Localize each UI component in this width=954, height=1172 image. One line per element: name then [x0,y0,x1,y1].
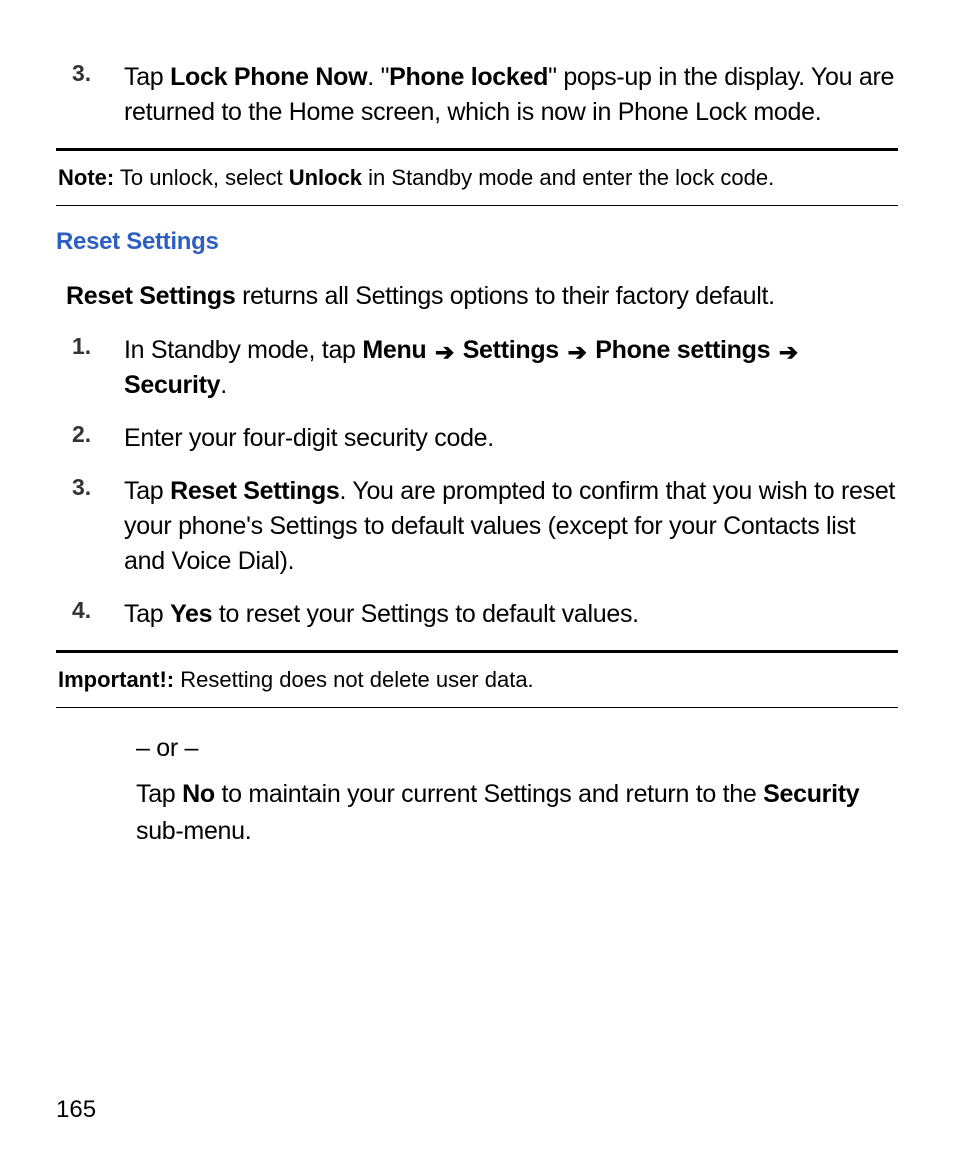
phone-settings-label: Phone settings [595,336,770,364]
page-number: 165 [56,1096,96,1124]
step-content: Enter your four-digit security code. [124,421,494,456]
alternative-option: – or – Tap No to maintain your current S… [136,730,898,849]
note-text-before: To unlock, select [114,165,288,190]
step-number: 3. [72,474,124,501]
step-text-prefix: Tap [124,600,170,628]
step-1: 1. In Standby mode, tap Menu ➔ Settings … [72,333,898,403]
period: . [220,371,227,399]
phone-locked-label: Phone locked [389,63,548,91]
step-2: 2. Enter your four-digit security code. [72,421,898,456]
step-number: 3. [72,60,124,87]
step-3-lock: 3. Tap Lock Phone Now. "Phone locked" po… [72,60,898,130]
divider-thick [56,650,898,653]
alt-text-mid: to maintain your current Settings and re… [215,780,763,808]
reset-settings-heading: Reset Settings [56,228,898,256]
step-3: 3. Tap Reset Settings. You are prompted … [72,474,898,579]
settings-label: Settings [463,336,559,364]
step-content: Tap Yes to reset your Settings to defaul… [124,597,639,632]
reset-settings-steps: 1. In Standby mode, tap Menu ➔ Settings … [72,333,898,632]
yes-label: Yes [170,600,212,628]
security-submenu-label: Security [763,780,859,808]
reset-settings-bold: Reset Settings [66,282,235,310]
arrow-right-icon: ➔ [779,336,798,368]
step-4: 4. Tap Yes to reset your Settings to def… [72,597,898,632]
step-text: In Standby mode, tap [124,336,362,364]
step-content: Tap Lock Phone Now. "Phone locked" pops-… [124,60,898,130]
divider-thin [56,707,898,708]
important-label: Important!: [58,667,174,692]
lock-phone-steps: 3. Tap Lock Phone Now. "Phone locked" po… [72,60,898,130]
unlock-label: Unlock [289,165,362,190]
menu-label: Menu [362,336,426,364]
step-text-prefix: Tap [124,477,170,505]
reset-settings-label: Reset Settings [170,477,339,505]
security-label: Security [124,371,220,399]
divider-thick [56,148,898,151]
step-number: 2. [72,421,124,448]
alt-text-suffix: sub-menu. [136,817,251,845]
note-unlock: Note: To unlock, select Unlock in Standb… [56,161,898,195]
important-text: Resetting does not delete user data. [174,667,534,692]
divider-thin [56,205,898,206]
reset-settings-intro: Reset Settings returns all Settings opti… [66,280,898,314]
step-text-mid1: . " [367,63,389,91]
step-content: Tap Reset Settings. You are prompted to … [124,474,898,579]
step-number: 4. [72,597,124,624]
arrow-right-icon: ➔ [568,336,587,368]
note-text-after: in Standby mode and enter the lock code. [362,165,774,190]
step-text-suffix: to reset your Settings to default values… [212,600,639,628]
arrow-right-icon: ➔ [435,336,454,368]
alt-text-prefix: Tap [136,780,182,808]
important-note: Important!: Resetting does not delete us… [56,663,898,697]
alt-text: Tap No to maintain your current Settings… [136,776,898,849]
no-label: No [182,780,215,808]
lock-phone-now-label: Lock Phone Now [170,63,367,91]
note-label: Note: [58,165,114,190]
reset-settings-rest: returns all Settings options to their fa… [235,282,774,310]
or-separator: – or – [136,730,898,766]
step-number: 1. [72,333,124,360]
step-content: In Standby mode, tap Menu ➔ Settings ➔ P… [124,333,898,403]
step-text-prefix: Tap [124,63,170,91]
